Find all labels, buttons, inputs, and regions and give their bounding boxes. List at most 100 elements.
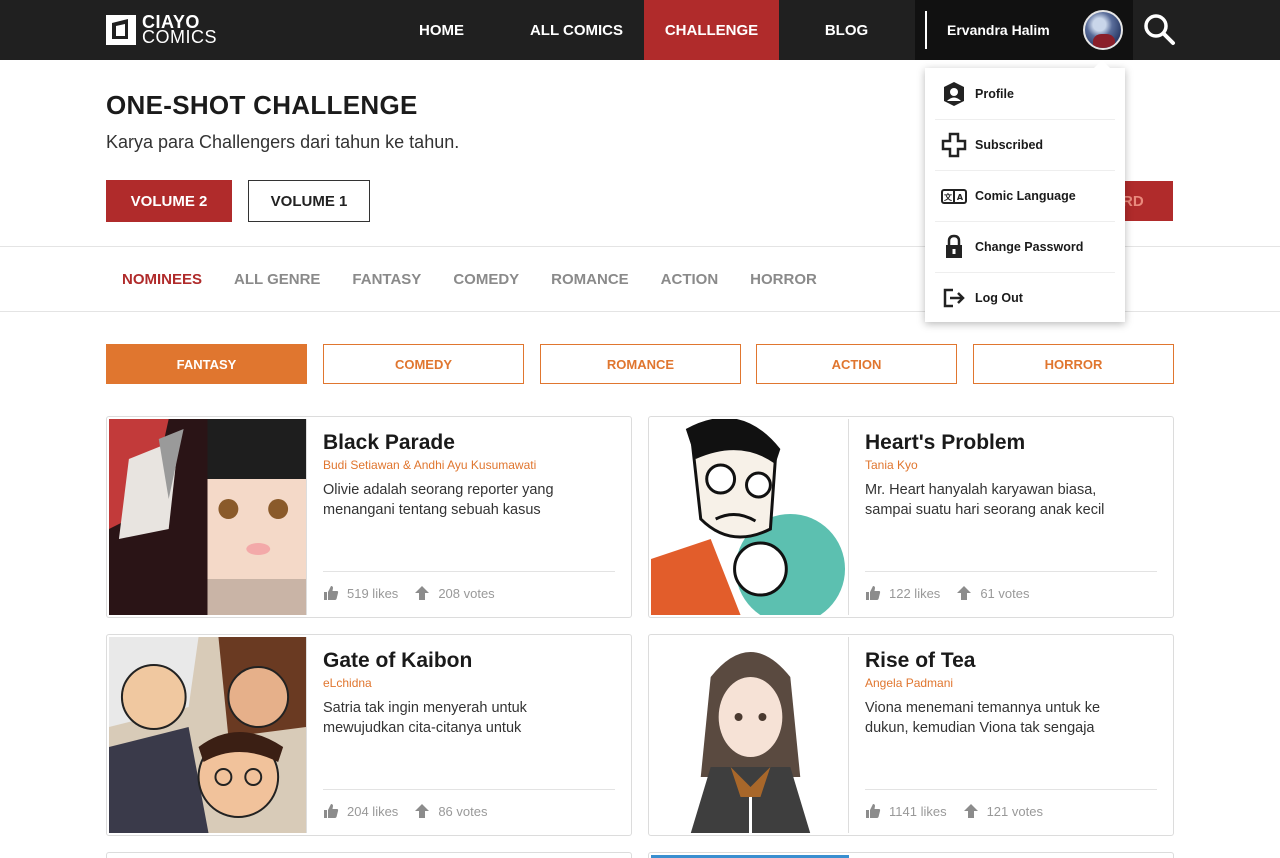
likes-count: 122 likes [889, 585, 941, 601]
comic-description: Mr. Heart hanyalah karyawan biasa, sampa… [865, 480, 1165, 520]
filter-action-button[interactable]: ACTION [756, 344, 957, 384]
svg-text:文: 文 [944, 192, 953, 202]
comic-card[interactable]: Gate of Kaibon eLchidna Satria tak ingin… [106, 634, 632, 836]
filter-romance-button[interactable]: ROMANCE [540, 344, 741, 384]
comic-description-line: dukun, kemudian Viona tak sengaja [865, 720, 1095, 736]
likes-count: 519 likes [347, 585, 399, 601]
comic-cover-image[interactable] [109, 637, 307, 833]
votes-count: 121 votes [986, 803, 1043, 819]
comic-author[interactable]: Budi Setiawan & Andhi Ayu Kusumawati [323, 458, 536, 472]
comic-stats: 204 likes 86 votes [323, 803, 487, 819]
menu-item-label: Change Password [975, 240, 1084, 254]
volume-2-button[interactable]: VOLUME 2 [106, 180, 232, 222]
comic-stats: 1141 likes 121 votes [865, 803, 1043, 819]
menu-item-comic-language[interactable]: 文 A Comic Language [935, 170, 1115, 221]
brand-logo[interactable]: CIAYO COMICS [106, 13, 217, 47]
comic-author[interactable]: eLchidna [323, 676, 372, 690]
menu-item-label: Profile [975, 86, 1014, 101]
logout-icon [943, 288, 965, 308]
comic-stats: 519 likes 208 votes [323, 585, 495, 601]
comic-description: Viona menemani temannya untuk ke dukun, … [865, 698, 1165, 738]
menu-item-change-password[interactable]: Change Password [935, 221, 1115, 272]
comic-description: Satria tak ingin menyerah untuk mewujudk… [323, 698, 623, 738]
logo-icon [106, 15, 136, 45]
page-title: ONE-SHOT CHALLENGE [106, 90, 418, 120]
votes-count: 61 votes [980, 585, 1030, 601]
menu-item-label: Log Out [975, 291, 1023, 305]
filter-fantasy-button[interactable]: FANTASY [106, 344, 307, 384]
menu-item-log-out[interactable]: Log Out [935, 272, 1115, 323]
menu-item-subscribed[interactable]: Subscribed [935, 119, 1115, 170]
page-subtitle: Karya para Challengers dari tahun ke tah… [106, 132, 460, 152]
user-name: Ervandra Halim [947, 22, 1050, 38]
comic-cover-image[interactable] [651, 637, 849, 833]
tab-all-genre[interactable]: ALL GENRE [234, 271, 320, 288]
votes-count: 208 votes [438, 585, 495, 601]
search-icon[interactable] [1141, 11, 1177, 47]
card-divider [865, 571, 1157, 572]
main-nav: HOME ALL COMICS CHALLENGE BLOG [374, 0, 914, 60]
likes-count: 204 likes [347, 803, 399, 819]
language-icon: 文 A [941, 189, 967, 204]
plus-icon [941, 132, 967, 158]
comic-title[interactable]: Gate of Kaibon [323, 649, 472, 673]
upvote-icon[interactable] [414, 585, 430, 601]
volume-1-button[interactable]: VOLUME 1 [248, 180, 370, 222]
tab-nominees[interactable]: NOMINEES [122, 271, 202, 288]
menu-item-label: Comic Language [975, 189, 1076, 203]
tab-horror[interactable]: HORROR [750, 271, 817, 288]
comic-title[interactable]: Heart's Problem [865, 431, 1025, 455]
likes-count: 1141 likes [889, 803, 947, 819]
comic-title[interactable]: Black Parade [323, 431, 455, 455]
upvote-icon[interactable] [956, 585, 972, 601]
comic-author[interactable]: Tania Kyo [865, 458, 918, 472]
thumbs-up-icon[interactable] [865, 803, 881, 819]
tab-comedy[interactable]: COMEDY [453, 271, 519, 288]
nav-challenge[interactable]: CHALLENGE [644, 0, 779, 60]
tab-romance[interactable]: ROMANCE [551, 271, 629, 288]
tab-fantasy[interactable]: FANTASY [352, 271, 421, 288]
nav-home[interactable]: HOME [374, 0, 509, 60]
comic-card[interactable] [648, 852, 1174, 858]
comic-stats: 122 likes 61 votes [865, 585, 1029, 601]
nav-blog[interactable]: BLOG [779, 0, 914, 60]
comic-description-line: Mr. Heart hanyalah karyawan biasa, [865, 482, 1097, 498]
board-button[interactable]: RD [1120, 181, 1173, 221]
filter-horror-button[interactable]: HORROR [973, 344, 1174, 384]
comic-cover-image[interactable] [651, 419, 849, 615]
top-navbar: CIAYO COMICS HOME ALL COMICS CHALLENGE B… [0, 0, 1280, 60]
comic-card[interactable]: Heart's Problem Tania Kyo Mr. Heart hany… [648, 416, 1174, 618]
filter-comedy-button[interactable]: COMEDY [323, 344, 524, 384]
menu-item-profile[interactable]: Profile [935, 68, 1115, 119]
lock-icon [946, 234, 962, 258]
comic-card[interactable] [106, 852, 632, 858]
menu-item-label: Subscribed [975, 138, 1044, 152]
comic-description-line: Olivie adalah seorang reporter yang [323, 482, 554, 498]
thumbs-up-icon[interactable] [865, 585, 881, 601]
comic-description-line: menangani tentang sebuah kasus [323, 502, 541, 518]
comic-description-line: Viona menemani temannya untuk ke [865, 700, 1101, 716]
thumbs-up-icon[interactable] [323, 803, 339, 819]
upvote-icon[interactable] [414, 803, 430, 819]
nav-all-comics[interactable]: ALL COMICS [509, 0, 644, 60]
comic-author[interactable]: Angela Padmani [865, 676, 953, 690]
user-dropdown-menu: Profile Subscribed 文 A Comic Language Ch… [925, 60, 1125, 323]
comic-title[interactable]: Rise of Tea [865, 649, 975, 673]
avatar[interactable] [1083, 10, 1123, 50]
comic-description-line: mewujudkan cita-citanya untuk [323, 720, 522, 736]
upvote-icon[interactable] [963, 803, 979, 819]
user-divider [925, 11, 927, 49]
card-divider [323, 571, 615, 572]
votes-count: 86 votes [438, 803, 488, 819]
user-menu-toggle[interactable]: Ervandra Halim [915, 0, 1133, 60]
tab-action[interactable]: ACTION [661, 271, 719, 288]
comic-description: Olivie adalah seorang reporter yang mena… [323, 480, 623, 520]
brand-name-line2: COMICS [142, 27, 217, 47]
comic-card[interactable]: Rise of Tea Angela Padmani Viona meneman… [648, 634, 1174, 836]
comic-card[interactable]: Black Parade Budi Setiawan & Andhi Ayu K… [106, 416, 632, 618]
comic-description-line: sampai suatu hari seorang anak kecil [865, 502, 1105, 518]
comic-cover-image[interactable] [109, 419, 307, 615]
card-divider [323, 789, 615, 790]
thumbs-up-icon[interactable] [323, 585, 339, 601]
profile-icon [944, 81, 964, 106]
